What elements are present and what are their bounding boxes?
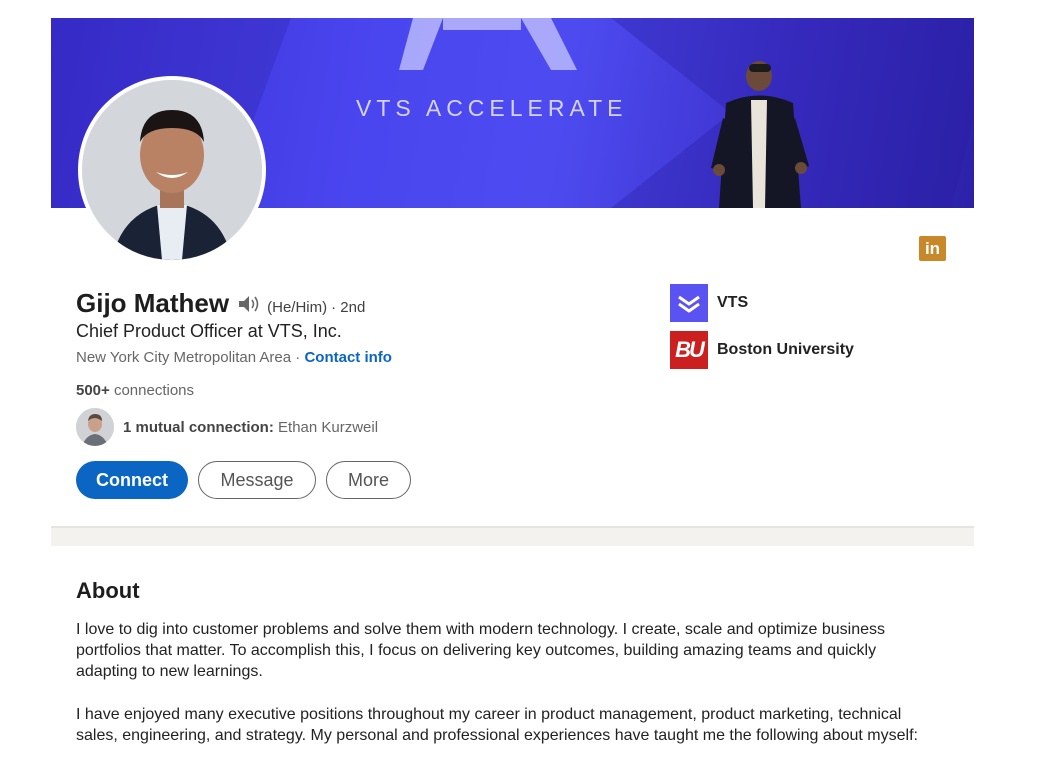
profile-page: VTS ACCELERATE in Gijo Mathew (He/Him) ·… [0, 0, 1047, 758]
about-paragraph-1: I love to dig into customer problems and… [76, 621, 886, 680]
org-name-vts: VTS [717, 294, 749, 311]
connections-number: 500+ [76, 382, 110, 399]
message-button[interactable]: Message [198, 461, 316, 499]
location-separator: · [291, 349, 305, 366]
mutual-connection-name: Ethan Kurzweil [278, 418, 379, 436]
speaker-icon[interactable] [237, 294, 263, 314]
about-section: About I love to dig into customer proble… [51, 546, 974, 758]
org-vts[interactable]: VTS [670, 284, 748, 322]
banner-text: VTS ACCELERATE [356, 95, 628, 121]
section-divider [51, 526, 974, 546]
speaker-figure [711, 61, 809, 208]
connections-label: connections [113, 382, 195, 399]
bu-logo-icon: BU [670, 331, 708, 369]
more-button[interactable]: More [326, 461, 411, 499]
profile-location: New York City Metropolitan Area [76, 349, 292, 366]
location-row: New York City Metropolitan Area · Contac… [76, 349, 392, 366]
org-boston-university[interactable]: BU Boston University [670, 331, 854, 369]
mutual-connection-label: 1 mutual connection: [123, 418, 274, 436]
name-row: Gijo Mathew (He/Him) · 2nd [76, 288, 365, 319]
person-portrait [82, 80, 262, 260]
org-name-boston-university: Boston University [717, 341, 854, 358]
mutual-connection-avatar [76, 408, 114, 446]
connect-button[interactable]: Connect [76, 461, 188, 499]
mutual-connection-text: 1 mutual connection: Ethan Kurzweil [123, 419, 378, 436]
about-paragraph-2: I have enjoyed many executive positions … [76, 706, 918, 744]
pronouns: (He/Him) [267, 299, 328, 316]
vts-logo-icon [670, 284, 708, 322]
linkedin-icon[interactable]: in [919, 236, 946, 261]
contact-info-link[interactable]: Contact info [304, 349, 392, 366]
profile-photo-image [82, 80, 262, 260]
profile-headline: Chief Product Officer at VTS, Inc. [76, 321, 342, 341]
profile-name: Gijo Mathew [76, 288, 230, 318]
connections-count[interactable]: 500+ connections [76, 382, 194, 399]
profile-actions: Connect Message More [76, 461, 411, 499]
about-title: About [76, 578, 140, 603]
profile-photo[interactable] [78, 76, 266, 264]
connection-degree: · 2nd [331, 299, 366, 316]
mutual-connections[interactable]: 1 mutual connection: Ethan Kurzweil [76, 408, 378, 446]
profile-card: VTS ACCELERATE in Gijo Mathew (He/Him) ·… [51, 18, 974, 526]
